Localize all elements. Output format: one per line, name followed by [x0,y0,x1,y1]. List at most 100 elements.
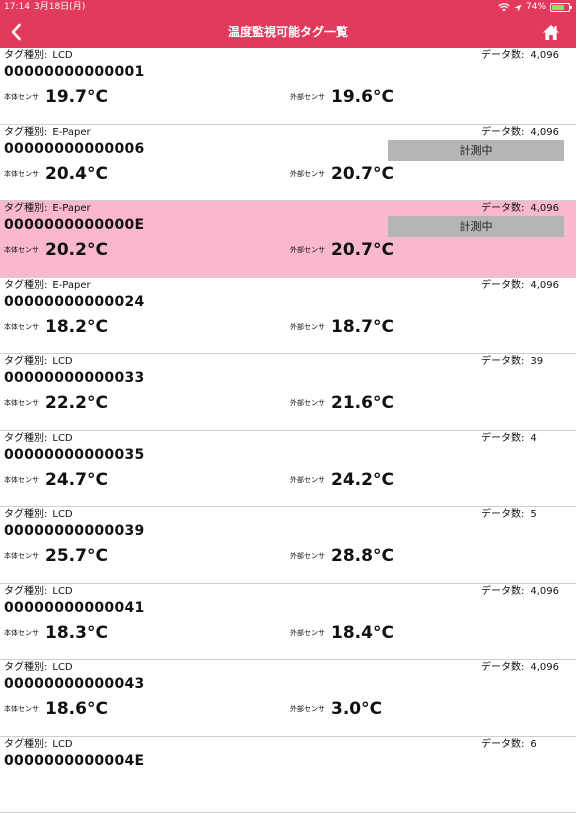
tag-row[interactable]: タグ種別:LCD データ数: 4,096 00000000000041 本体センサ… [0,584,576,661]
body-sensor-label: 本体センサ [4,398,39,408]
body-sensor-label: 本体センサ [4,322,39,332]
data-count-value: 4,096 [530,586,559,597]
body-sensor-label: 本体センサ [4,92,39,102]
tag-row[interactable]: タグ種別:LCD データ数:6 0000000000004E [0,737,576,813]
location-arrow-icon [514,4,522,12]
tag-type-label: タグ種別: [4,433,47,444]
data-count-label: データ数: [481,50,524,61]
body-sensor-temp: 22.2°C [45,393,108,413]
body-sensor-temp: 20.4°C [45,164,108,184]
tag-type-label: タグ種別: [4,586,47,597]
data-count-value: 4,096 [530,662,559,673]
tag-type-value: LCD [52,739,72,750]
tag-id: 00000000000006 [4,141,145,158]
tag-type: タグ種別:LCD [4,585,73,598]
data-count-label: データ数: [481,203,524,214]
body-sensor-label: 本体センサ [4,628,39,638]
status-date: 3月18日(月) [34,0,85,15]
body-sensor-label: 本体センサ [4,475,39,485]
tag-type: タグ種別:E-Paper [4,202,91,215]
tag-type-label: タグ種別: [4,127,47,138]
data-count-value: 4,096 [530,203,559,214]
battery-icon [550,3,570,12]
external-sensor-label: 外部センサ [290,322,325,332]
wifi-icon [498,3,510,12]
body-sensor-label: 本体センサ [4,551,39,561]
data-count: データ数: 6 [481,738,537,751]
external-sensor-temp: 19.6°C [331,87,394,107]
data-count: データ数: 4,096 [481,585,559,598]
external-sensor-label: 外部センサ [290,628,325,638]
data-count: データ数:4,096 [481,661,559,674]
home-button[interactable] [540,21,562,43]
external-sensor-temp: 18.4°C [331,623,394,643]
tag-row[interactable]: タグ種別:E-Paper データ数:4,096 00000000000006計測… [0,125,576,202]
measuring-status-badge: 計測中 [388,140,564,161]
tag-row[interactable]: タグ種別:LCD データ数:5 00000000000039 本体センサ25.7… [0,507,576,584]
data-count: データ数: 4,096 [481,202,559,215]
body-sensor-label: 本体センサ [4,169,39,179]
external-sensor: 外部センサ20.7°C [290,239,394,261]
tag-type: タグ種別: LCD [4,432,73,445]
nav-header: 17:14 3月18日(月) 74% 温度 [0,0,576,48]
body-sensor-label: 本体センサ [4,704,39,714]
data-count-label: データ数: [481,356,524,367]
data-count-label: データ数: [481,433,524,444]
tag-type-label: タグ種別: [4,662,47,673]
tag-row[interactable]: タグ種別:LCD データ数:4 00000000000035 本体センサ24.7… [0,431,576,508]
tag-id: 0000000000000E [4,217,144,234]
data-count: データ数: 4 [481,432,537,445]
tag-row[interactable]: タグ種別:LCD データ数:39 00000000000033 本体センサ22.… [0,354,576,431]
tag-row[interactable]: タグ種別:E-Paper データ数:4,096 00000000000024 本… [0,278,576,355]
data-count-value: 5 [530,509,536,520]
body-sensor: 本体センサ 20.2°C [4,239,108,261]
data-count-value: 4,096 [530,127,559,138]
tag-row[interactable]: タグ種別:E-Paper データ数:4,096 0000000000000E計測… [0,201,576,278]
tag-row[interactable]: タグ種別:LCD データ数:4,096 00000000000043 本体センサ… [0,660,576,737]
external-sensor-temp: 18.7°C [331,317,394,337]
body-sensor: 本体センサ18.3°C [4,622,108,644]
tag-type-value: LCD [52,433,72,444]
tag-id: 00000000000041 [4,600,145,617]
tag-type-label: タグ種別: [4,50,47,61]
data-count-value: 4 [530,433,536,444]
body-sensor: 本体センサ 25.7°C [4,545,108,567]
external-sensor-label: 外部センサ [290,475,325,485]
data-count-value: 6 [530,739,536,750]
data-count-label: データ数: [481,509,524,520]
body-sensor-temp: 20.2°C [45,240,108,260]
tag-type: タグ種別:LCD [4,49,73,62]
data-count-label: データ数: [481,280,524,291]
data-count: データ数: 39 [481,355,543,368]
data-count: データ数: 4,096 [481,49,559,62]
battery-percent: 74% [526,0,546,15]
tag-list: タグ種別: LCD データ数: 4,096 00000000000001 本体センサ… [0,48,576,813]
body-sensor: 本体センサ19.7°C [4,86,108,108]
external-sensor: 外部センサ24.2°C [290,469,394,491]
data-count-value: 39 [530,356,543,367]
body-sensor: 本体センサ 18.2°C [4,316,108,338]
data-count: データ数: 5 [481,508,537,521]
tag-type-label: タグ種別: [4,509,47,520]
body-sensor-temp: 18.2°C [45,317,108,337]
external-sensor-label: 外部センサ [290,704,325,714]
data-count-label: データ数: [481,586,524,597]
body-sensor-label: 本体センサ [4,245,39,255]
tag-id: 00000000000039 [4,523,145,540]
external-sensor-temp: 20.7°C [331,240,394,260]
data-count-value: 4,096 [530,50,559,61]
external-sensor-temp: 21.6°C [331,393,394,413]
status-time: 17:14 [4,0,30,15]
tag-type-label: タグ種別: [4,356,47,367]
external-sensor-label: 外部センサ [290,169,325,179]
body-sensor-temp: 25.7°C [45,546,108,566]
data-count-label: データ数: [481,739,524,750]
external-sensor-label: 外部センサ [290,551,325,561]
tag-id: 00000000000035 [4,447,145,464]
tag-row[interactable]: タグ種別:LCD データ数: 4,096 00000000000001 本体センサ… [0,48,576,125]
body-sensor: 本体センサ 20.4°C [4,163,108,185]
tag-type: タグ種別:E-Paper [4,279,91,292]
data-count: データ数:4,096 [481,279,559,292]
external-sensor: 外部センサ28.8°C [290,545,394,567]
tag-id: 00000000000001 [4,64,145,81]
